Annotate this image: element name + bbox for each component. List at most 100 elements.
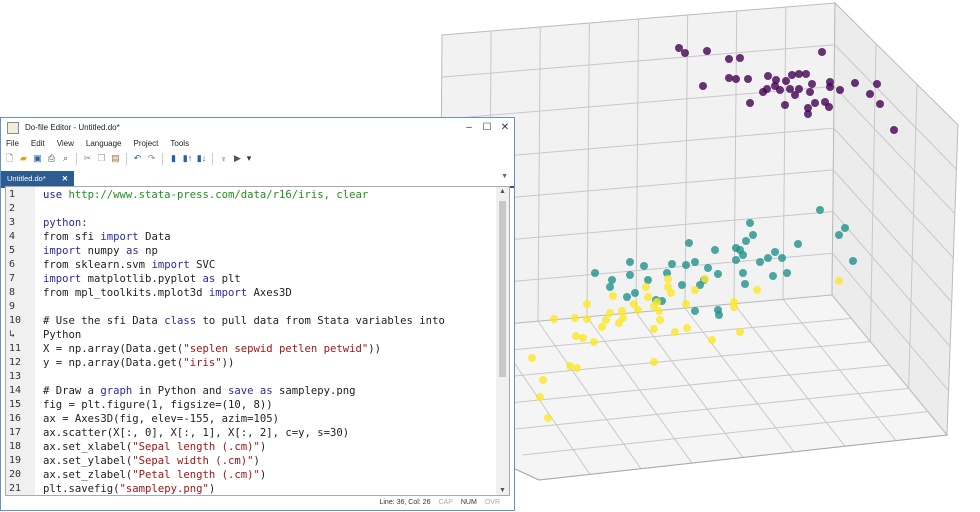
scatter-point-virginica — [644, 293, 652, 301]
line-text: Python — [43, 328, 81, 342]
menu-project[interactable]: Project — [133, 139, 158, 148]
scatter-point-virginica — [572, 332, 580, 340]
menu-edit[interactable]: Edit — [31, 139, 45, 148]
tab-close-icon[interactable]: ✕ — [62, 174, 68, 183]
line-number: 4 — [9, 231, 16, 242]
copy-icon[interactable]: ❐ — [96, 153, 107, 164]
maximize-button[interactable]: ☐ — [478, 122, 496, 133]
execute-dropdown-icon[interactable]: ▾ — [246, 153, 252, 164]
line-number: ↳ — [9, 329, 16, 340]
menu-view[interactable]: View — [57, 139, 74, 148]
cursor-position: Line: 36, Col: 26 — [379, 499, 431, 506]
save-icon[interactable]: ▣ — [32, 153, 43, 164]
scatter-point-virginica — [618, 307, 626, 315]
code-token: in Python and — [132, 385, 228, 397]
code-line: 16 ax = Axes3D(fig, elev=-155, azim=105) — [6, 412, 495, 426]
scatter-point-versicolor — [769, 272, 777, 280]
code-token: plt — [215, 273, 241, 285]
line-number: 6 — [9, 259, 16, 270]
code-editor[interactable]: 1 use http://www.stata-press.com/data/r16… — [5, 186, 510, 496]
code-token: import — [208, 287, 248, 299]
scatter-point-versicolor — [626, 271, 634, 279]
scatter-point-versicolor — [746, 219, 754, 227]
cut-icon[interactable]: ✂ — [82, 153, 93, 164]
scatter-point-versicolor — [668, 260, 676, 268]
line-number: 19 — [9, 455, 22, 466]
previous-bookmark-icon[interactable]: ▮↑ — [182, 153, 193, 164]
line-number: 7 — [9, 273, 16, 284]
scatter-point-virginica — [642, 283, 650, 291]
scatter-point-virginica — [598, 323, 606, 331]
next-bookmark-icon[interactable]: ▮↓ — [196, 153, 207, 164]
code-token: python: — [43, 217, 88, 229]
code-token: import — [151, 259, 190, 271]
scatter-point-versicolor — [816, 206, 824, 214]
new-file-icon[interactable]: 🗋 — [4, 153, 15, 164]
show-file-icon[interactable]: ♆ — [218, 153, 229, 164]
code-line: ↳ Python — [6, 328, 495, 342]
scatter-point-virginica — [691, 286, 699, 294]
scatter-point-virginica — [730, 303, 738, 311]
toolbar-divider — [162, 152, 163, 165]
menu-language[interactable]: Language — [86, 139, 122, 148]
code-token: import — [100, 231, 139, 243]
tab-untitled-do[interactable]: Untitled.do* ✕ — [1, 171, 74, 186]
code-token: # Use the sfi Data — [43, 315, 165, 327]
vertical-scrollbar[interactable]: ▲ ▼ — [496, 187, 509, 495]
code-line: 8 from mpl_toolkits.mplot3d import Axes3D — [6, 286, 495, 300]
code-line: 10 # Use the sfi Data class to pull data … — [6, 314, 495, 328]
scatter-point-setosa — [744, 75, 752, 83]
scatter-point-virginica — [615, 319, 623, 327]
scatter-point-virginica — [708, 336, 716, 344]
open-folder-icon[interactable]: ▰ — [18, 153, 29, 164]
code-token: ) — [259, 441, 267, 453]
close-button[interactable]: ✕ — [496, 122, 514, 133]
code-token: "Petal length (.cm)" — [132, 469, 260, 481]
code-token: ax.set_xlabel( — [43, 441, 133, 453]
scatter-point-setosa — [788, 71, 796, 79]
menu-file[interactable]: File — [6, 139, 19, 148]
menu-tools[interactable]: Tools — [170, 139, 189, 148]
menu-bar: File Edit View Language Project Tools — [1, 137, 514, 150]
code-line: 13 — [6, 370, 495, 384]
find-icon[interactable]: ⌕ — [60, 153, 71, 164]
scatter-point-virginica — [655, 307, 663, 315]
scroll-up-icon[interactable]: ▲ — [496, 188, 509, 195]
print-icon[interactable]: ⎙ — [46, 153, 57, 164]
line-text: ax = Axes3D(fig, elev=-155, azim=105) — [43, 412, 279, 426]
code-line: 20 ax.set_zlabel("Petal length (.cm)") — [6, 468, 495, 482]
code-token: "seplen sepwid petlen petwid" — [183, 343, 369, 355]
scatter-point-virginica — [579, 334, 587, 342]
code-token: X = np.array(Data.get( — [43, 343, 184, 355]
execute-do-icon[interactable]: ▶ — [232, 153, 243, 164]
scatter-point-virginica — [736, 328, 744, 336]
line-number: 9 — [9, 301, 16, 312]
scrollbar-thumb[interactable] — [499, 201, 506, 377]
paste-icon[interactable]: ▤ — [110, 153, 121, 164]
redo-icon[interactable]: ↷ — [146, 153, 157, 164]
tab-list-dropdown-icon[interactable]: ▼ — [501, 173, 508, 180]
scatter-point-versicolor — [749, 231, 757, 239]
scatter-point-versicolor — [591, 269, 599, 277]
line-number: 17 — [9, 427, 22, 438]
undo-icon[interactable]: ↶ — [132, 153, 143, 164]
line-text: # Draw a graph in Python and save as sam… — [43, 384, 356, 398]
scatter-point-virginica — [753, 286, 761, 294]
do-file-editor-icon — [7, 121, 19, 134]
toggle-bookmark-icon[interactable]: ▮ — [168, 153, 179, 164]
code-token: samplepy.png — [272, 385, 356, 397]
tab-label: Untitled.do* — [7, 174, 46, 183]
code-token: as — [202, 273, 216, 285]
scatter-point-virginica — [683, 324, 691, 332]
scroll-down-icon[interactable]: ▼ — [496, 487, 509, 494]
toolbar: 🗋 ▰ ▣ ⎙ ⌕ ✂ ❐ ▤ ↶ ↷ ▮ ▮↑ ▮↓ ♆ ▶ ▾ — [1, 150, 514, 167]
code-token: from mpl_toolkits.mplot3d — [43, 287, 209, 299]
scatter-point-virginica — [634, 306, 642, 314]
scatter-point-setosa — [802, 70, 810, 78]
scatter-point-virginica — [602, 316, 610, 324]
minimize-button[interactable]: – — [460, 122, 478, 133]
scatter-point-versicolor — [783, 269, 791, 277]
code-lines: 1 use http://www.stata-press.com/data/r16… — [6, 188, 495, 495]
scatter-point-virginica — [682, 300, 690, 308]
code-line: 19 ax.set_ylabel("Sepal width (.cm)") — [6, 454, 495, 468]
